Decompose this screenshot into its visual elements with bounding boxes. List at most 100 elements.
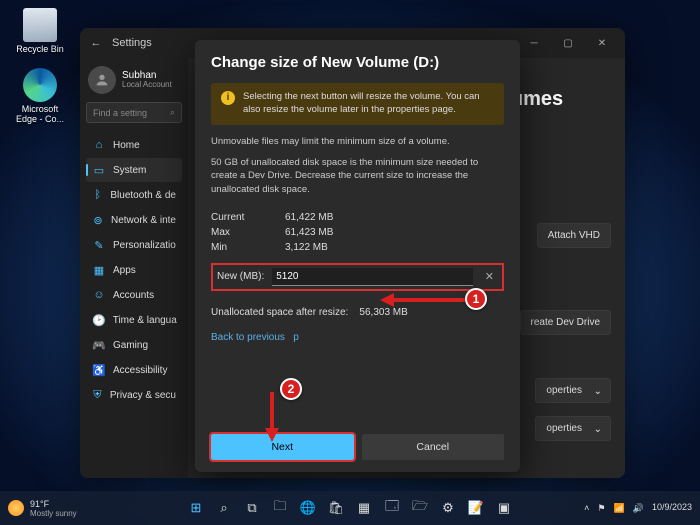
sidebar-item-label: Apps xyxy=(113,265,136,276)
sidebar-item-home[interactable]: ⌂ Home xyxy=(86,133,182,157)
weather-widget[interactable]: 91°F Mostly sunny xyxy=(8,499,77,518)
button-label: Attach VHD xyxy=(548,230,600,241)
accounts-icon: ☺ xyxy=(92,288,106,302)
sidebar-item-label: System xyxy=(113,165,146,176)
sidebar-item-privacy[interactable]: ⛨ Privacy & secu xyxy=(86,383,182,407)
back-link-label: Back to previous xyxy=(211,332,285,343)
properties-button[interactable]: operties ⌄ xyxy=(535,416,611,441)
back-link[interactable]: Back to previous p xyxy=(211,332,504,343)
info-text: Selecting the next button will resize th… xyxy=(243,91,494,117)
search-button[interactable]: ⌕ xyxy=(212,496,236,520)
tray-date: 10/9/2023 xyxy=(652,503,692,513)
clear-input-button[interactable]: ✕ xyxy=(481,270,498,283)
close-button[interactable]: ✕ xyxy=(585,38,619,49)
sidebar-item-label: Accounts xyxy=(113,290,154,301)
chevron-down-icon: ⌄ xyxy=(594,424,602,435)
new-size-label: New (MB): xyxy=(217,271,264,282)
stat-value: 3,122 MB xyxy=(285,242,504,253)
weather-temp: 91°F xyxy=(30,499,77,509)
info-banner: i Selecting the next button will resize … xyxy=(211,83,504,125)
home-icon: ⌂ xyxy=(92,138,106,152)
sidebar-item-accounts[interactable]: ☺ Accounts xyxy=(86,283,182,307)
next-button[interactable]: Next xyxy=(211,434,354,460)
stat-value: 61,422 MB xyxy=(285,212,504,223)
properties-button[interactable]: operties ⌄ xyxy=(535,378,611,403)
system-icon: ▭ xyxy=(92,163,106,177)
sidebar-item-accessibility[interactable]: ♿Accessibility xyxy=(86,358,182,382)
store-icon[interactable]: 🛍 xyxy=(324,496,348,520)
size-stats: Current61,422 MB Max61,423 MB Min3,122 M… xyxy=(211,212,504,253)
window-title: Settings xyxy=(112,37,152,49)
chevron-down-icon: ⌄ xyxy=(594,386,602,397)
search-input[interactable]: Find a setting ⌕ xyxy=(86,102,182,123)
button-label: operties xyxy=(546,385,582,396)
attach-vhd-button[interactable]: Attach VHD xyxy=(537,223,611,248)
new-size-input[interactable] xyxy=(272,268,473,286)
wifi-icon: ⊚ xyxy=(92,213,104,227)
apps-icon: ▦ xyxy=(92,263,106,277)
resize-volume-dialog: Change size of New Volume (D:) i Selecti… xyxy=(195,40,520,472)
system-tray[interactable]: ˄ ⚑ 📶 🔊 10/9/2023 xyxy=(584,503,692,514)
sidebar-item-label: Home xyxy=(113,140,140,151)
terminal-icon[interactable]: ▣ xyxy=(492,496,516,520)
unallocated-row: Unallocated space after resize: 56,303 M… xyxy=(211,307,504,318)
sidebar-item-time[interactable]: 🕑Time & langua xyxy=(86,308,182,332)
cancel-button[interactable]: Cancel xyxy=(362,434,505,460)
minimize-button[interactable]: ─ xyxy=(517,38,551,49)
app-icon[interactable]: ▦ xyxy=(352,496,376,520)
sidebar-item-label: Gaming xyxy=(113,340,148,351)
button-label: operties xyxy=(546,423,582,434)
maximize-button[interactable]: ▢ xyxy=(551,38,585,49)
explorer-icon[interactable]: 🗀 xyxy=(268,496,292,520)
sidebar-item-gaming[interactable]: 🎮 Gaming xyxy=(86,333,182,357)
dialog-title: Change size of New Volume (D:) xyxy=(211,54,504,71)
info-icon: i xyxy=(221,91,235,105)
dialog-paragraph: Unmovable files may limit the minimum si… xyxy=(211,135,504,148)
dialog-paragraph: 50 GB of unallocated disk space is the m… xyxy=(211,156,504,196)
sidebar-item-network[interactable]: ⊚ Network & inte xyxy=(86,208,182,232)
search-icon: ⌕ xyxy=(170,107,175,118)
edge-icon xyxy=(23,68,57,102)
unalloc-label: Unallocated space after resize: xyxy=(211,307,348,318)
unalloc-value: 56,303 MB xyxy=(359,307,407,318)
desktop-icon-label: Recycle Bin xyxy=(10,44,70,54)
desktop-icon-edge[interactable]: Microsoft Edge - Co... xyxy=(10,68,70,124)
app-icon[interactable]: 🗔 xyxy=(380,496,404,520)
sidebar-item-label: Bluetooth & de xyxy=(110,190,176,201)
shield-icon: ⛨ xyxy=(92,388,103,402)
gaming-icon: 🎮 xyxy=(92,338,106,352)
wifi-icon[interactable]: 📶 xyxy=(614,503,625,514)
task-view-button[interactable]: ⧉ xyxy=(240,496,264,520)
volume-icon[interactable]: 🔊 xyxy=(633,503,644,514)
sidebar-item-label: Network & inte xyxy=(111,215,176,226)
sidebar-item-personalization[interactable]: ✎Personalizatio xyxy=(86,233,182,257)
sidebar-item-system[interactable]: ▭ System xyxy=(86,158,182,182)
bluetooth-icon: ᛒ xyxy=(92,188,103,202)
desktop-icon-label: Microsoft Edge - Co... xyxy=(10,104,70,124)
taskbar-center: ⊞ ⌕ ⧉ 🗀 🌐 🛍 ▦ 🗔 🗁 ⚙ 📝 ▣ xyxy=(184,496,516,520)
start-button[interactable]: ⊞ xyxy=(184,496,208,520)
chevron-up-icon[interactable]: ˄ xyxy=(584,503,589,513)
stat-label: Max xyxy=(211,227,271,238)
stat-value: 61,423 MB xyxy=(285,227,504,238)
sidebar-item-bluetooth[interactable]: ᛒ Bluetooth & de xyxy=(86,183,182,207)
edge-icon[interactable]: 🌐 xyxy=(296,496,320,520)
tray-icon[interactable]: ⚑ xyxy=(597,503,605,514)
clock-icon: 🕑 xyxy=(92,313,106,327)
sidebar-item-label: Privacy & secu xyxy=(110,390,176,401)
explorer-icon[interactable]: 🗁 xyxy=(408,496,432,520)
account-block[interactable]: Subhan Local Account xyxy=(86,62,182,102)
sidebar-item-label: Personalizatio xyxy=(113,240,176,251)
create-dev-drive-button[interactable]: reate Dev Drive xyxy=(520,310,611,335)
account-type: Local Account xyxy=(122,81,172,90)
recycle-bin-icon xyxy=(23,8,57,42)
back-button[interactable]: ← xyxy=(86,37,106,49)
weather-icon xyxy=(8,500,24,516)
desktop-icon-recycle-bin[interactable]: Recycle Bin xyxy=(10,8,70,54)
settings-icon[interactable]: ⚙ xyxy=(436,496,460,520)
sidebar-item-apps[interactable]: ▦ Apps xyxy=(86,258,182,282)
new-size-row: New (MB): ✕ xyxy=(211,263,504,291)
sidebar: Subhan Local Account Find a setting ⌕ ⌂ H… xyxy=(80,58,188,478)
weather-cond: Mostly sunny xyxy=(30,509,77,518)
app-icon[interactable]: 📝 xyxy=(464,496,488,520)
